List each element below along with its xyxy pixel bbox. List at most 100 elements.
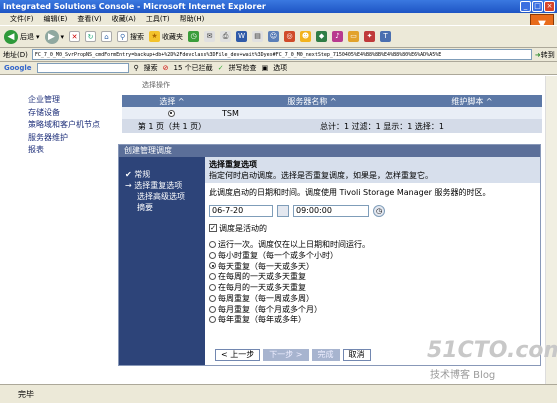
maximize-button[interactable]: □ bbox=[532, 1, 543, 12]
menu-bar: 文件(F) 编辑(E) 查看(V) 收藏(A) 工具(T) 帮助(H) bbox=[0, 13, 557, 25]
col-select-header[interactable]: 选择 ^ bbox=[122, 96, 222, 107]
wizard-step-general[interactable]: ✔ 常规 bbox=[119, 169, 205, 180]
wizard-step-advanced[interactable]: 选择高级选项 bbox=[119, 191, 205, 202]
google-logo[interactable]: Google bbox=[4, 64, 32, 72]
addon-icon[interactable]: ◆ bbox=[316, 31, 328, 42]
radio-button[interactable] bbox=[209, 316, 216, 324]
datetime-row: 06-7-20 09:00:00 ◷ bbox=[209, 205, 385, 217]
repeat-option-monthly[interactable]: 每月重复（每个月或多个月） bbox=[209, 304, 370, 315]
section-header: 选择重复选项 指定何时启动调度。选择是否重复调度，如果是，怎样重复它。 bbox=[205, 157, 540, 183]
research-icon[interactable]: ◎ bbox=[284, 31, 296, 42]
repeat-options: 运行一次。调度仅在以上日期和时间运行。 每小时重复（每一个或多个小时） 每天重复… bbox=[209, 239, 370, 325]
folder-icon[interactable]: ▭ bbox=[348, 31, 360, 42]
mail-icon[interactable]: ✉ bbox=[204, 31, 216, 42]
calendar-icon[interactable] bbox=[277, 205, 289, 217]
menu-edit[interactable]: 编辑(E) bbox=[44, 14, 68, 24]
repeat-option-weekday[interactable]: 在每周的一天或多天重复 bbox=[209, 271, 370, 282]
address-bar: 地址(D) FC_7_0_M0_SvrPropNS_cmdFormEntry=b… bbox=[0, 48, 557, 62]
minimize-button[interactable]: _ bbox=[520, 1, 531, 12]
col-server-name-header[interactable]: 服务器名称 ^ bbox=[222, 96, 402, 107]
nav-server-maintenance[interactable]: 服务器维护 bbox=[28, 132, 118, 145]
wizard-step-summary[interactable]: 摘要 bbox=[119, 202, 205, 213]
row-select-radio[interactable] bbox=[167, 109, 175, 117]
refresh-icon[interactable]: ↻ bbox=[85, 31, 97, 42]
next-button[interactable]: 下一步 > bbox=[263, 349, 309, 361]
history-icon[interactable]: ◷ bbox=[188, 31, 200, 42]
address-label: 地址(D) bbox=[3, 50, 28, 59]
radio-button[interactable] bbox=[209, 273, 216, 281]
table-header: 选择 ^ 服务器名称 ^ 维护脚本 ^ bbox=[122, 95, 542, 107]
clock-icon[interactable]: ◷ bbox=[373, 205, 385, 217]
nav-policy-domains[interactable]: 策略域和客户机节点 bbox=[28, 119, 118, 132]
print-icon[interactable]: ⎙ bbox=[220, 31, 232, 42]
favorites-button[interactable]: ★ 收藏夹 bbox=[149, 31, 183, 42]
repeat-option-once[interactable]: 运行一次。调度仅在以上日期和时间运行。 bbox=[209, 239, 370, 250]
wizard-title: 创建管理调度 bbox=[119, 145, 540, 157]
menu-tools[interactable]: 工具(T) bbox=[146, 14, 170, 24]
options-button[interactable]: 选项 bbox=[273, 63, 287, 73]
schedule-intro: 此调度启动的日期和时间。调度使用 Tivoli Storage Manager … bbox=[209, 188, 491, 197]
finish-button[interactable]: 完成 bbox=[311, 349, 340, 361]
menu-file[interactable]: 文件(F) bbox=[10, 14, 34, 24]
menu-view[interactable]: 查看(V) bbox=[77, 14, 101, 24]
go-button[interactable]: 转到 bbox=[541, 50, 555, 60]
col-maint-script-header[interactable]: 维护脚本 ^ bbox=[402, 96, 542, 107]
options-icon: ▣ bbox=[261, 64, 269, 72]
search-button[interactable]: ⚲ 搜索 bbox=[117, 31, 144, 42]
home-icon[interactable]: ⌂ bbox=[101, 31, 113, 42]
repeat-option-daily[interactable]: 每天重复（每一天或多天） bbox=[209, 261, 370, 272]
cancel-button[interactable]: 取消 bbox=[342, 349, 371, 361]
nav-storage-devices[interactable]: 存储设备 bbox=[28, 107, 118, 120]
radio-button[interactable] bbox=[209, 240, 216, 248]
radio-button[interactable] bbox=[209, 305, 216, 313]
wizard-main-panel: 选择重复选项 指定何时启动调度。选择是否重复调度，如果是，怎样重复它。 此调度启… bbox=[205, 157, 540, 365]
check-icon: ✔ bbox=[125, 170, 135, 179]
date-input[interactable]: 06-7-20 bbox=[209, 205, 273, 217]
popup-blocked-count[interactable]: 15 个已拦截 bbox=[174, 63, 213, 73]
time-input[interactable]: 09:00:00 bbox=[293, 205, 369, 217]
radio-button[interactable] bbox=[209, 251, 216, 259]
nav-enterprise-management[interactable]: 企业管理 bbox=[28, 94, 118, 107]
repeat-option-hourly[interactable]: 每小时重复（每一个或多个小时） bbox=[209, 250, 370, 261]
google-search-icon[interactable]: ⚲ bbox=[134, 64, 139, 72]
watermark-blog: 技术博客 Blog bbox=[430, 370, 496, 381]
repeat-option-yearly[interactable]: 每年重复（每年或多年） bbox=[209, 315, 370, 326]
star-icon: ★ bbox=[149, 31, 161, 42]
active-checkbox[interactable]: ✓ bbox=[209, 224, 217, 233]
discuss-icon[interactable]: ▤ bbox=[252, 31, 264, 42]
search-icon: ⚲ bbox=[117, 31, 129, 42]
table-stats: 总计：1 过滤：1 显示：1 选择：1 bbox=[320, 121, 444, 131]
spellcheck-button[interactable]: 拼写检查 bbox=[229, 63, 257, 73]
section-description: 指定何时启动调度。选择是否重复调度，如果是，怎样重复它。 bbox=[209, 171, 433, 180]
prev-button[interactable]: < 上一步 bbox=[215, 349, 261, 361]
address-input[interactable]: FC_7_0_M0_SvrPropNS_cmdFormEntry=backup+… bbox=[31, 49, 532, 60]
active-checkbox-row: ✓ 调度是活动的 bbox=[209, 223, 267, 234]
wizard-step-repeat[interactable]: → 选择重复选项 bbox=[119, 180, 205, 191]
forward-button[interactable]: ▶ ▾ bbox=[44, 29, 64, 44]
messenger-icon[interactable]: ☺ bbox=[268, 31, 280, 42]
radio-button-selected[interactable] bbox=[209, 262, 216, 270]
menu-help[interactable]: 帮助(H) bbox=[180, 14, 205, 24]
media-icon[interactable]: ♪ bbox=[332, 31, 344, 42]
stop-icon[interactable]: ✕ bbox=[69, 31, 81, 42]
back-button[interactable]: ◀ 后退 ▾ bbox=[4, 29, 40, 44]
wizard-buttons: < 上一步 下一步 > 完成 取消 bbox=[215, 349, 371, 361]
word-icon[interactable]: W bbox=[236, 31, 248, 42]
radio-button[interactable] bbox=[209, 284, 216, 292]
google-search-button[interactable]: 搜索 bbox=[144, 63, 158, 73]
google-search-input[interactable] bbox=[36, 63, 129, 73]
radio-button[interactable] bbox=[209, 294, 216, 302]
nav-reports[interactable]: 报表 bbox=[28, 144, 118, 157]
menu-favorites[interactable]: 收藏(A) bbox=[112, 14, 136, 24]
close-button[interactable]: × bbox=[544, 1, 555, 12]
popup-block-icon: ⊘ bbox=[162, 64, 169, 72]
window-title: Integrated Solutions Console - Microsoft… bbox=[3, 2, 266, 11]
tool-icon[interactable]: ✦ bbox=[364, 31, 376, 42]
repeat-option-monthday[interactable]: 在每月的一天或多天重复 bbox=[209, 282, 370, 293]
qq-icon[interactable]: ☻ bbox=[300, 31, 312, 42]
server-table: 选择操作 选择 ^ 服务器名称 ^ 维护脚本 ^ TSM 第 1 页（共 1 页… bbox=[122, 80, 542, 133]
translate-icon[interactable]: T bbox=[380, 31, 392, 42]
repeat-option-weekly[interactable]: 每周重复（每一周或多周） bbox=[209, 293, 370, 304]
action-select-hint[interactable]: 选择操作 bbox=[142, 80, 170, 90]
google-toolbar: Google ⚲ 搜索 ⊘ 15 个已拦截 ✓ 拼写检查 ▣ 选项 bbox=[0, 62, 557, 75]
